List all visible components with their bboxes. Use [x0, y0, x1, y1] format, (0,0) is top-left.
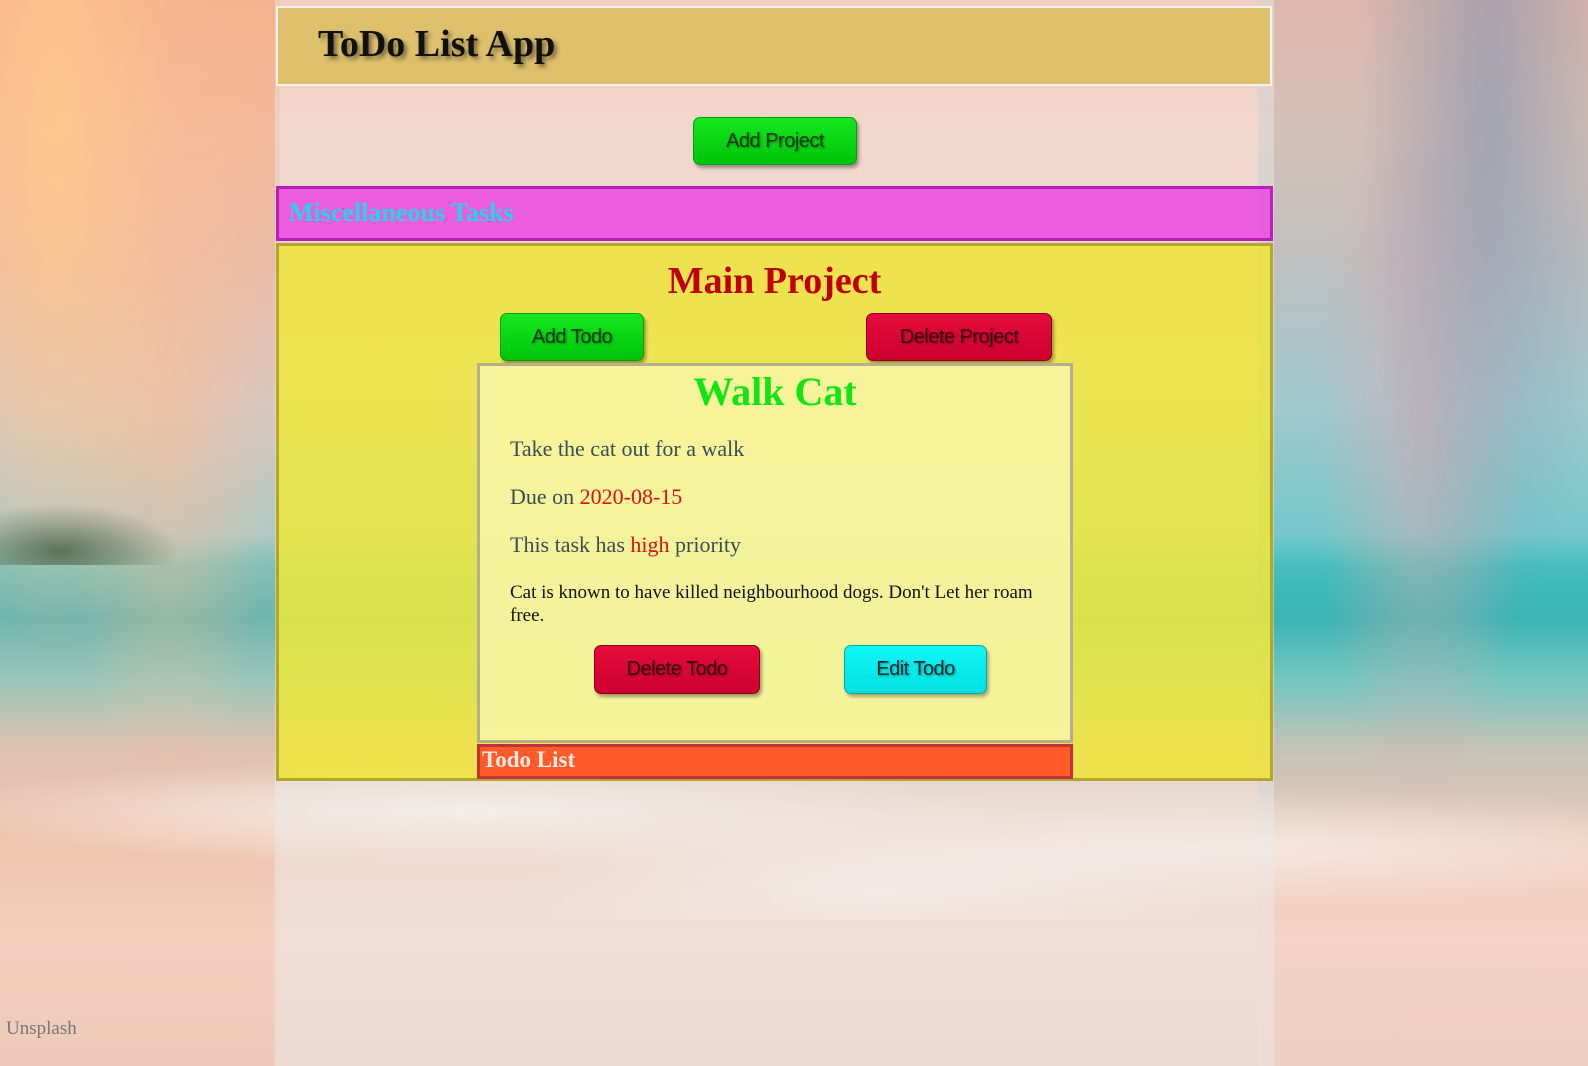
- todo-priority-value: high: [630, 532, 670, 557]
- app-header: ToDo List App: [276, 6, 1272, 86]
- project-tab-miscellaneous[interactable]: Miscellaneous Tasks: [276, 186, 1273, 241]
- add-todo-button[interactable]: Add Todo: [500, 313, 644, 361]
- todo-description: Take the cat out for a walk: [510, 436, 745, 461]
- project-title: Main Project: [667, 260, 882, 302]
- edit-todo-button[interactable]: Edit Todo: [844, 645, 987, 694]
- todo-due-prefix: Due on: [510, 484, 580, 509]
- photo-attribution: Unsplash: [6, 1018, 77, 1039]
- add-project-button[interactable]: Add Project: [693, 117, 857, 165]
- todo-notes: Cat is known to have killed neighbourhoo…: [510, 582, 1033, 626]
- todo-due-line: Due on 2020-08-15: [510, 484, 682, 510]
- background-palm-trees: [0, 495, 200, 565]
- delete-project-button[interactable]: Delete Project: [866, 313, 1052, 361]
- project-tab-label: Miscellaneous Tasks: [289, 198, 514, 227]
- delete-todo-button[interactable]: Delete Todo: [594, 645, 760, 694]
- todo-priority-suffix: priority: [669, 532, 742, 557]
- todo-due-date: 2020-08-15: [579, 484, 683, 509]
- todo-priority-line: This task has high priority: [510, 532, 741, 558]
- todo-priority-prefix: This task has: [510, 532, 631, 557]
- app-title: ToDo List App: [318, 23, 556, 65]
- todo-list-label: Todo List: [482, 747, 576, 772]
- todo-list-toggle[interactable]: Todo List: [477, 744, 1073, 779]
- todo-title: Walk Cat: [693, 369, 857, 414]
